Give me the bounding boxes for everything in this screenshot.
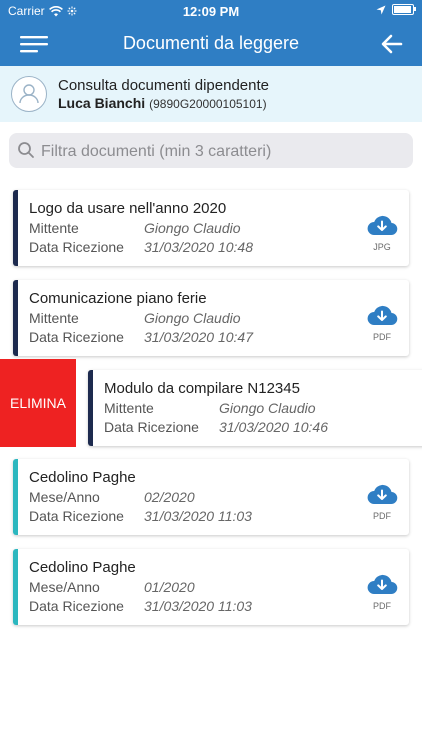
download-button[interactable]: PDF: [365, 483, 399, 521]
field-value: Giongo Claudio: [144, 220, 241, 236]
document-title: Cedolino Paghe: [29, 559, 136, 576]
field-label: Data Ricezione: [29, 329, 124, 345]
field-value: Giongo Claudio: [144, 310, 241, 326]
cloud-download-icon: [367, 484, 398, 505]
field-value: 31/03/2020 10:46: [219, 419, 328, 435]
field-value: 31/03/2020 10:48: [144, 239, 253, 255]
field-value: 02/2020: [144, 489, 195, 505]
field-value: 01/2020: [144, 579, 195, 595]
document-card[interactable]: Comunicazione piano ferie Mittente Giong…: [13, 280, 409, 356]
user-banner: Consulta documenti dipendente Luca Bianc…: [0, 66, 422, 122]
document-title: Cedolino Paghe: [29, 469, 136, 486]
cloud-download-icon: [367, 215, 398, 236]
card-accent-bar: [88, 370, 93, 446]
card-accent-bar: [13, 190, 18, 266]
file-type-label: PDF: [373, 601, 391, 611]
search-icon: [18, 142, 34, 158]
field-label: Data Ricezione: [29, 239, 124, 255]
field-label: Data Ricezione: [104, 419, 199, 435]
field-label: Mittente: [29, 310, 79, 326]
field-label: Mese/Anno: [29, 489, 100, 505]
user-code: (9890G20000105101): [149, 97, 267, 111]
download-button[interactable]: PDF: [365, 304, 399, 342]
file-type-label: JPG: [373, 242, 391, 252]
user-name: Luca Bianchi: [58, 95, 146, 111]
document-card[interactable]: Modulo da compilare N12345 Mittente Gion…: [88, 370, 422, 446]
status-time: 12:09 PM: [182, 4, 240, 19]
document-title: Comunicazione piano ferie: [29, 290, 207, 307]
page-title: Documenti da leggere: [122, 33, 300, 53]
back-arrow-icon[interactable]: [380, 32, 404, 56]
location-icon: [376, 5, 386, 14]
search-box[interactable]: [9, 133, 413, 170]
status-bar: Carrier 12:09 PM: [0, 0, 422, 22]
card-accent-bar: [13, 280, 18, 356]
document-card[interactable]: Logo da usare nell'anno 2020 Mittente Gi…: [13, 190, 409, 266]
field-value: 31/03/2020 11:03: [144, 508, 252, 524]
document-title: Logo da usare nell'anno 2020: [29, 200, 227, 217]
file-type-label: PDF: [373, 332, 391, 342]
document-title: Modulo da compilare N12345: [104, 380, 300, 397]
battery-icon: [392, 4, 416, 15]
avatar: [11, 76, 47, 112]
cloud-download-icon: [367, 574, 398, 595]
document-card[interactable]: Cedolino Paghe Mese/Anno 01/2020 Data Ri…: [13, 549, 409, 625]
download-button[interactable]: PDF: [365, 573, 399, 611]
card-accent-bar: [13, 549, 18, 625]
nav-bar: Documenti da leggere: [0, 22, 422, 66]
download-button[interactable]: JPG: [365, 214, 399, 252]
field-label: Mittente: [104, 400, 154, 416]
user-icon: [19, 84, 39, 104]
file-type-label: PDF: [373, 511, 391, 521]
delete-button[interactable]: ELIMINA: [0, 359, 76, 447]
search-input[interactable]: [39, 133, 403, 170]
cloud-download-icon: [367, 305, 398, 326]
document-card[interactable]: Cedolino Paghe Mese/Anno 02/2020 Data Ri…: [13, 459, 409, 535]
field-label: Mese/Anno: [29, 579, 100, 595]
field-value: Giongo Claudio: [219, 400, 316, 416]
field-value: 31/03/2020 11:03: [144, 598, 252, 614]
field-value: 31/03/2020 10:47: [144, 329, 253, 345]
field-label: Mittente: [29, 220, 79, 236]
field-label: Data Ricezione: [29, 598, 124, 614]
field-label: Data Ricezione: [29, 508, 124, 524]
banner-subtitle: Consulta documenti dipendente: [58, 77, 269, 94]
user-name-row: Luca Bianchi (9890G20000105101): [58, 95, 267, 111]
card-accent-bar: [13, 459, 18, 535]
